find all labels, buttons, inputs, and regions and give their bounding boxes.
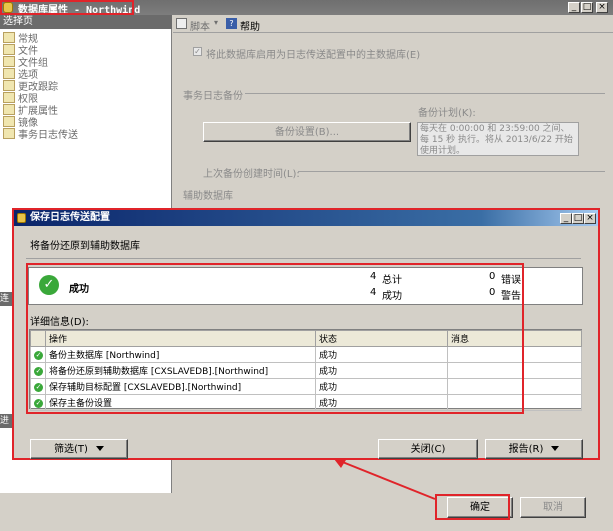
maximize-icon[interactable]: □ (572, 213, 584, 224)
nav-item-extended-properties[interactable]: 扩展属性 (3, 104, 58, 117)
page-icon (3, 68, 15, 79)
maximize-icon[interactable]: □ (581, 2, 593, 13)
script-icon (176, 18, 187, 29)
enable-primary-label: 将此数据库启用为日志传送配置中的主数据库(E) (206, 50, 421, 61)
minimize-icon[interactable]: _ (560, 213, 572, 224)
enable-primary-checkbox[interactable]: ✓ (193, 47, 202, 56)
page-icon (3, 104, 15, 115)
chevron-down-icon (95, 446, 104, 451)
nav-item-mirroring[interactable]: 镜像 (3, 116, 38, 129)
dialog-icon (17, 213, 26, 223)
page-icon (3, 116, 15, 127)
last-backup-label: 上次备份创建时间(L): (203, 169, 300, 180)
title-highlight (0, 0, 134, 15)
cancel-button[interactable]: 取消 (520, 497, 586, 518)
script-button[interactable]: 脚本 (190, 18, 210, 33)
nav-item-options[interactable]: 选项 (3, 68, 38, 81)
backup-settings-button[interactable]: 备份设置(B)... (203, 122, 411, 142)
schedule-label: 备份计划(K): (418, 108, 476, 119)
section-divider (245, 93, 605, 94)
page-icon (3, 32, 15, 43)
nav-item-permissions[interactable]: 权限 (3, 92, 38, 105)
chevron-down-icon[interactable]: ▾ (214, 18, 218, 27)
filter-button[interactable]: 筛选(T) (30, 439, 128, 459)
connection-section-label: 连 (0, 292, 12, 306)
page-icon (3, 56, 15, 67)
schedule-text: 每天在 0:00:00 和 23:59:00 之间、每 15 秒 执行。将从 2… (417, 122, 579, 156)
close-icon[interactable]: × (584, 213, 596, 224)
toolbar: 脚本 ▾ ? 帮助 (173, 15, 613, 33)
help-button[interactable]: 帮助 (240, 18, 260, 33)
nav-item-filegroups[interactable]: 文件组 (3, 56, 48, 69)
section-tlog-backup: 事务日志备份 (183, 91, 243, 102)
page-icon (3, 92, 15, 103)
report-button[interactable]: 报告(R) (485, 439, 583, 459)
help-icon: ? (226, 18, 237, 29)
page-icon (3, 44, 15, 55)
page-icon (3, 128, 15, 139)
minimize-icon[interactable]: _ (568, 2, 580, 13)
page-icon (3, 80, 15, 91)
section-divider (26, 258, 581, 259)
save-log-shipping-dialog: 保存日志传送配置 _ □ × 将备份还原到辅助数据库 ✓ 成功 4 总计 4 成… (12, 208, 600, 460)
annotation-arrow (334, 459, 436, 500)
ok-highlight (435, 494, 510, 520)
dialog-titlebar: 保存日志传送配置 (14, 210, 598, 226)
section-divider (298, 171, 605, 172)
results-highlight (26, 263, 524, 414)
nav-item-files[interactable]: 文件 (3, 44, 38, 57)
close-icon[interactable]: × (596, 2, 608, 13)
left-pane-header: 选择页 (0, 15, 172, 29)
progress-section-label: 进 (0, 414, 12, 428)
nav-item-general[interactable]: 常规 (3, 32, 38, 45)
nav-item-change-tracking[interactable]: 更改跟踪 (3, 80, 58, 93)
chevron-down-icon (551, 446, 560, 451)
dialog-subtitle: 将备份还原到辅助数据库 (30, 241, 140, 252)
section-secondary-db: 辅助数据库 (183, 191, 233, 202)
nav-item-log-shipping[interactable]: 事务日志传送 (3, 128, 78, 141)
